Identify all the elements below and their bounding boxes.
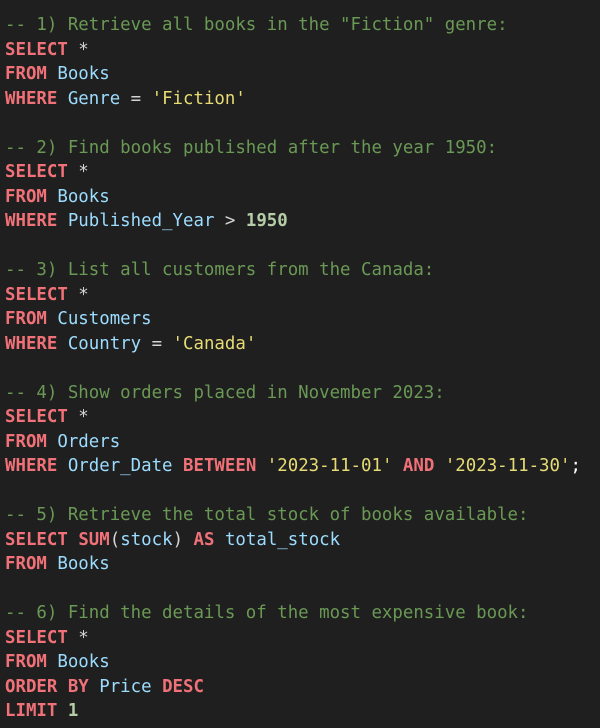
sql-comment: -- 2) Find books published after the yea… <box>5 137 498 158</box>
sql-comment: -- 1) Retrieve all books in the "Fiction… <box>5 15 508 35</box>
sql-string: 'Canada' <box>172 333 257 354</box>
code-line[interactable]: SELECT * <box>5 405 600 430</box>
sql-identifier: Customers <box>46 309 152 329</box>
sql-identifier: Books <box>46 652 110 672</box>
sql-keyword: SELECT <box>5 39 68 60</box>
sql-keyword: AND <box>402 456 435 476</box>
sql-keyword: ORDER BY <box>5 676 89 697</box>
sql-keyword: SUM <box>78 529 110 550</box>
code-line[interactable]: WHERE Published_Year > 1950 <box>5 209 600 234</box>
sql-identifier: Country <box>57 333 142 354</box>
sql-comment: -- 6) Find the details of the most expen… <box>5 603 529 623</box>
sql-identifier: Books <box>46 64 110 84</box>
code-line[interactable]: FROM Customers <box>5 307 600 332</box>
code-line[interactable]: SELECT * <box>5 38 600 63</box>
sql-code-editor[interactable]: -- 1) Retrieve all books in the "Fiction… <box>0 0 600 728</box>
code-line[interactable]: WHERE Genre = 'Fiction' <box>5 87 600 112</box>
sql-operator: * <box>67 407 89 427</box>
sql-operator: ) <box>172 529 194 550</box>
sql-keyword: LIMIT <box>5 701 58 721</box>
sql-identifier: Orders <box>46 431 121 452</box>
sql-operator: ( <box>109 529 121 550</box>
sql-operator <box>68 530 78 550</box>
sql-keyword: FROM <box>5 64 47 84</box>
sql-string: 'Fiction' <box>151 88 246 109</box>
sql-keyword: WHERE <box>5 88 58 109</box>
code-line[interactable]: FROM Books <box>5 552 600 577</box>
sql-keyword: SELECT <box>5 407 68 427</box>
sql-number: 1950 <box>245 211 288 231</box>
code-line[interactable]: -- 5) Retrieve the total stock of books … <box>5 503 600 528</box>
sql-keyword: WHERE <box>5 456 58 476</box>
sql-keyword: WHERE <box>5 211 58 231</box>
sql-keyword: FROM <box>5 309 47 329</box>
sql-identifier: Order_Date <box>57 456 173 476</box>
sql-operator: * <box>67 627 89 648</box>
sql-number: 1 <box>67 701 79 721</box>
code-line[interactable]: FROM Books <box>5 62 600 87</box>
sql-keyword: SELECT <box>5 529 68 550</box>
code-line[interactable]: ​ <box>5 356 600 381</box>
code-line[interactable]: SELECT SUM(stock) AS total_stock <box>5 528 600 553</box>
code-line[interactable]: -- 2) Find books published after the yea… <box>5 136 600 161</box>
code-line[interactable]: SELECT * <box>5 626 600 651</box>
sql-operator: = <box>120 88 152 109</box>
code-line[interactable]: SELECT * <box>5 283 600 308</box>
sql-string: '2023-11-30' <box>444 456 571 476</box>
sql-identifier: Books <box>46 554 110 574</box>
sql-operator <box>434 456 444 476</box>
sql-keyword: FROM <box>5 186 47 207</box>
code-line[interactable]: WHERE Order_Date BETWEEN '2023-11-01' AN… <box>5 454 600 479</box>
sql-identifier: Price <box>88 676 152 697</box>
sql-punctuation: ; <box>570 456 581 476</box>
sql-keyword: WHERE <box>5 333 58 354</box>
code-line[interactable]: -- 1) Retrieve all books in the "Fiction… <box>5 13 600 38</box>
code-line[interactable]: FROM Orders <box>5 430 600 455</box>
sql-identifier: stock <box>120 529 173 550</box>
code-line[interactable]: LIMIT 1 <box>5 699 600 724</box>
sql-operator: > <box>214 211 246 231</box>
code-line[interactable]: FROM Books <box>5 185 600 210</box>
code-line[interactable]: ​ <box>5 577 600 602</box>
code-line[interactable]: ​ <box>5 479 600 504</box>
sql-operator <box>57 701 67 721</box>
sql-comment: -- 3) List all customers from the Canada… <box>5 260 435 280</box>
sql-operator <box>392 456 402 476</box>
sql-operator <box>152 677 162 697</box>
code-line[interactable]: SELECT * <box>5 160 600 185</box>
code-line[interactable]: ​ <box>5 111 600 136</box>
sql-keyword: SELECT <box>5 627 68 648</box>
code-line[interactable]: -- 6) Find the details of the most expen… <box>5 601 600 626</box>
sql-keyword: BETWEEN <box>183 456 257 476</box>
sql-identifier: Genre <box>57 88 121 109</box>
code-line[interactable]: -- 4) Show orders placed in November 202… <box>5 381 600 406</box>
code-line[interactable]: ORDER BY Price DESC <box>5 675 600 700</box>
code-line[interactable]: FROM Books <box>5 650 600 675</box>
sql-operator <box>173 456 183 476</box>
sql-comment: -- 5) Retrieve the total stock of books … <box>5 505 529 525</box>
sql-keyword: AS <box>193 529 215 550</box>
sql-keyword: FROM <box>5 431 47 452</box>
sql-comment: -- 4) Show orders placed in November 202… <box>5 382 445 403</box>
sql-identifier: total_stock <box>214 529 341 550</box>
sql-identifier: Books <box>46 186 110 207</box>
sql-keyword: FROM <box>5 652 47 672</box>
sql-keyword: DESC <box>162 676 204 697</box>
sql-keyword: SELECT <box>5 162 68 182</box>
sql-string: '2023-11-01' <box>266 456 393 476</box>
sql-identifier: Published_Year <box>57 211 215 231</box>
sql-operator <box>256 456 266 476</box>
code-line[interactable]: -- 3) List all customers from the Canada… <box>5 258 600 283</box>
sql-operator: * <box>67 162 89 182</box>
sql-keyword: SELECT <box>5 284 68 305</box>
sql-operator: * <box>67 39 89 60</box>
sql-keyword: FROM <box>5 554 47 574</box>
code-line[interactable]: ​ <box>5 234 600 259</box>
code-line[interactable]: WHERE Country = 'Canada' <box>5 332 600 357</box>
sql-operator: = <box>141 333 173 354</box>
sql-operator: * <box>67 284 89 305</box>
